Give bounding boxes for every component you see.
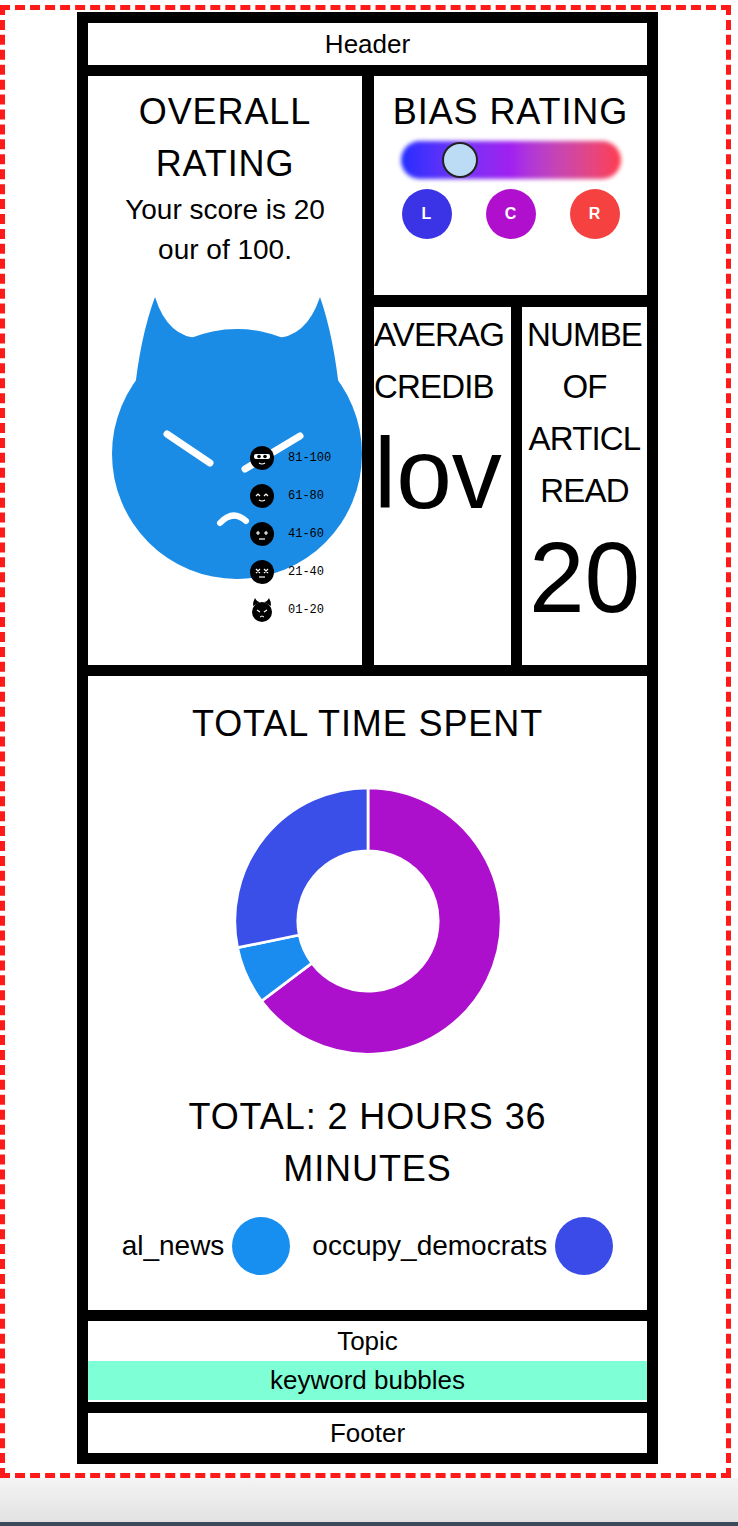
score-line: Your score is 20 (125, 190, 325, 230)
legend-item: 01-20 (250, 598, 331, 622)
title-line: NUMBE (522, 309, 647, 361)
title-line: OF (522, 361, 647, 413)
overall-score: Your score is 20our of 100. (125, 190, 325, 270)
page-frame: Header OVERALLRATING Your score is 20our… (0, 5, 731, 1478)
overall-title: OVERALLRATING (139, 86, 311, 190)
legend-item: al_news (122, 1217, 291, 1275)
face-legend: 81-100 61-80 41-60 21-40 01-20 (250, 446, 331, 622)
sunglasses-face-icon (250, 446, 274, 470)
title-line: OVERALL (139, 86, 311, 138)
legend-label: al_news (122, 1225, 225, 1267)
articles-card: NUMBEOFARTICLREAD 20 (522, 307, 647, 665)
time-total: TOTAL: 2 HOURS 36MINUTES (188, 1091, 546, 1195)
credibility-card: AVERAGCREDIB lov (374, 307, 511, 665)
legend-label: 01-20 (288, 598, 324, 622)
bias-option[interactable]: R (570, 189, 620, 239)
bias-title: BIAS RATING (393, 86, 628, 138)
bias-option[interactable]: L (402, 189, 452, 239)
legend-label: 41-60 (288, 522, 324, 546)
bias-option-label: R (589, 202, 601, 226)
score-line: our of 100. (125, 230, 325, 270)
legend-label: 81-100 (288, 446, 331, 470)
right-column: BIAS RATING L C R AVERAGCREDIB lov NUMBEOF… (374, 76, 647, 665)
legend-label: 61-80 (288, 484, 324, 508)
legend-item: 81-100 (250, 446, 331, 470)
bias-card: BIAS RATING L C R (374, 76, 647, 295)
title-line: READ (522, 465, 647, 517)
legend-item: occupy_democrats (312, 1217, 613, 1275)
legend-item: 21-40 (250, 560, 331, 584)
chart-segment[interactable] (234, 788, 367, 948)
bias-track (401, 141, 621, 179)
legend-item: 61-80 (250, 484, 331, 508)
credibility-title: AVERAGCREDIB (374, 309, 511, 413)
time-card: TOTAL TIME SPENT TOTAL: 2 HOURS 36MINUTE… (88, 676, 647, 1310)
total-line: TOTAL: 2 HOURS 36 (188, 1091, 546, 1143)
articles-value: 20 (522, 517, 647, 637)
keyword-bubbles: keyword bubbles (88, 1361, 647, 1400)
bias-option-label: C (505, 202, 517, 226)
rating-figure: 81-100 61-80 41-60 21-40 01-20 (88, 290, 362, 630)
title-line: ARTICL (522, 413, 647, 465)
legend-item: 41-60 (250, 522, 331, 546)
devil-face-icon (112, 297, 362, 582)
articles-title: NUMBEOFARTICLREAD (522, 309, 647, 517)
time-legend: al_news occupy_democrats (88, 1217, 647, 1275)
bias-options: LCR (402, 189, 620, 239)
dashboard: Header OVERALLRATING Your score is 20our… (77, 12, 658, 1464)
bias-slider (401, 141, 621, 179)
dead-face-icon (250, 560, 274, 584)
total-line: MINUTES (188, 1143, 546, 1195)
title-line: CREDIB (374, 361, 511, 413)
bias-option-label: L (422, 202, 432, 226)
top-row: OVERALLRATING Your score is 20our of 100… (88, 76, 647, 665)
title-line: RATING (139, 138, 311, 190)
footer-text: Footer (330, 1414, 405, 1453)
footer: Footer (88, 1413, 647, 1453)
stat-row: AVERAGCREDIB lov NUMBEOFARTICLREAD 20 (374, 307, 647, 665)
header-text: Header (325, 25, 410, 64)
legend-label: 21-40 (288, 560, 324, 584)
title-line: AVERAG (374, 309, 511, 361)
devil-face-icon (250, 598, 274, 622)
legend-dot (555, 1217, 613, 1275)
topic-title: Topic (88, 1321, 647, 1361)
header: Header (88, 23, 647, 65)
bias-option[interactable]: C (486, 189, 536, 239)
bias-knob[interactable] (442, 142, 478, 178)
legend-dot (232, 1217, 290, 1275)
neutral-face-icon (250, 522, 274, 546)
topic-card: Topic keyword bubbles (88, 1321, 647, 1402)
overall-card: OVERALLRATING Your score is 20our of 100… (88, 76, 362, 665)
window-bottom-edge (0, 1478, 738, 1526)
happy-face-icon (250, 484, 274, 508)
time-donut-chart (233, 786, 503, 1056)
legend-label: occupy_democrats (312, 1225, 547, 1267)
credibility-value: lov (374, 413, 511, 533)
time-title: TOTAL TIME SPENT (192, 701, 543, 747)
